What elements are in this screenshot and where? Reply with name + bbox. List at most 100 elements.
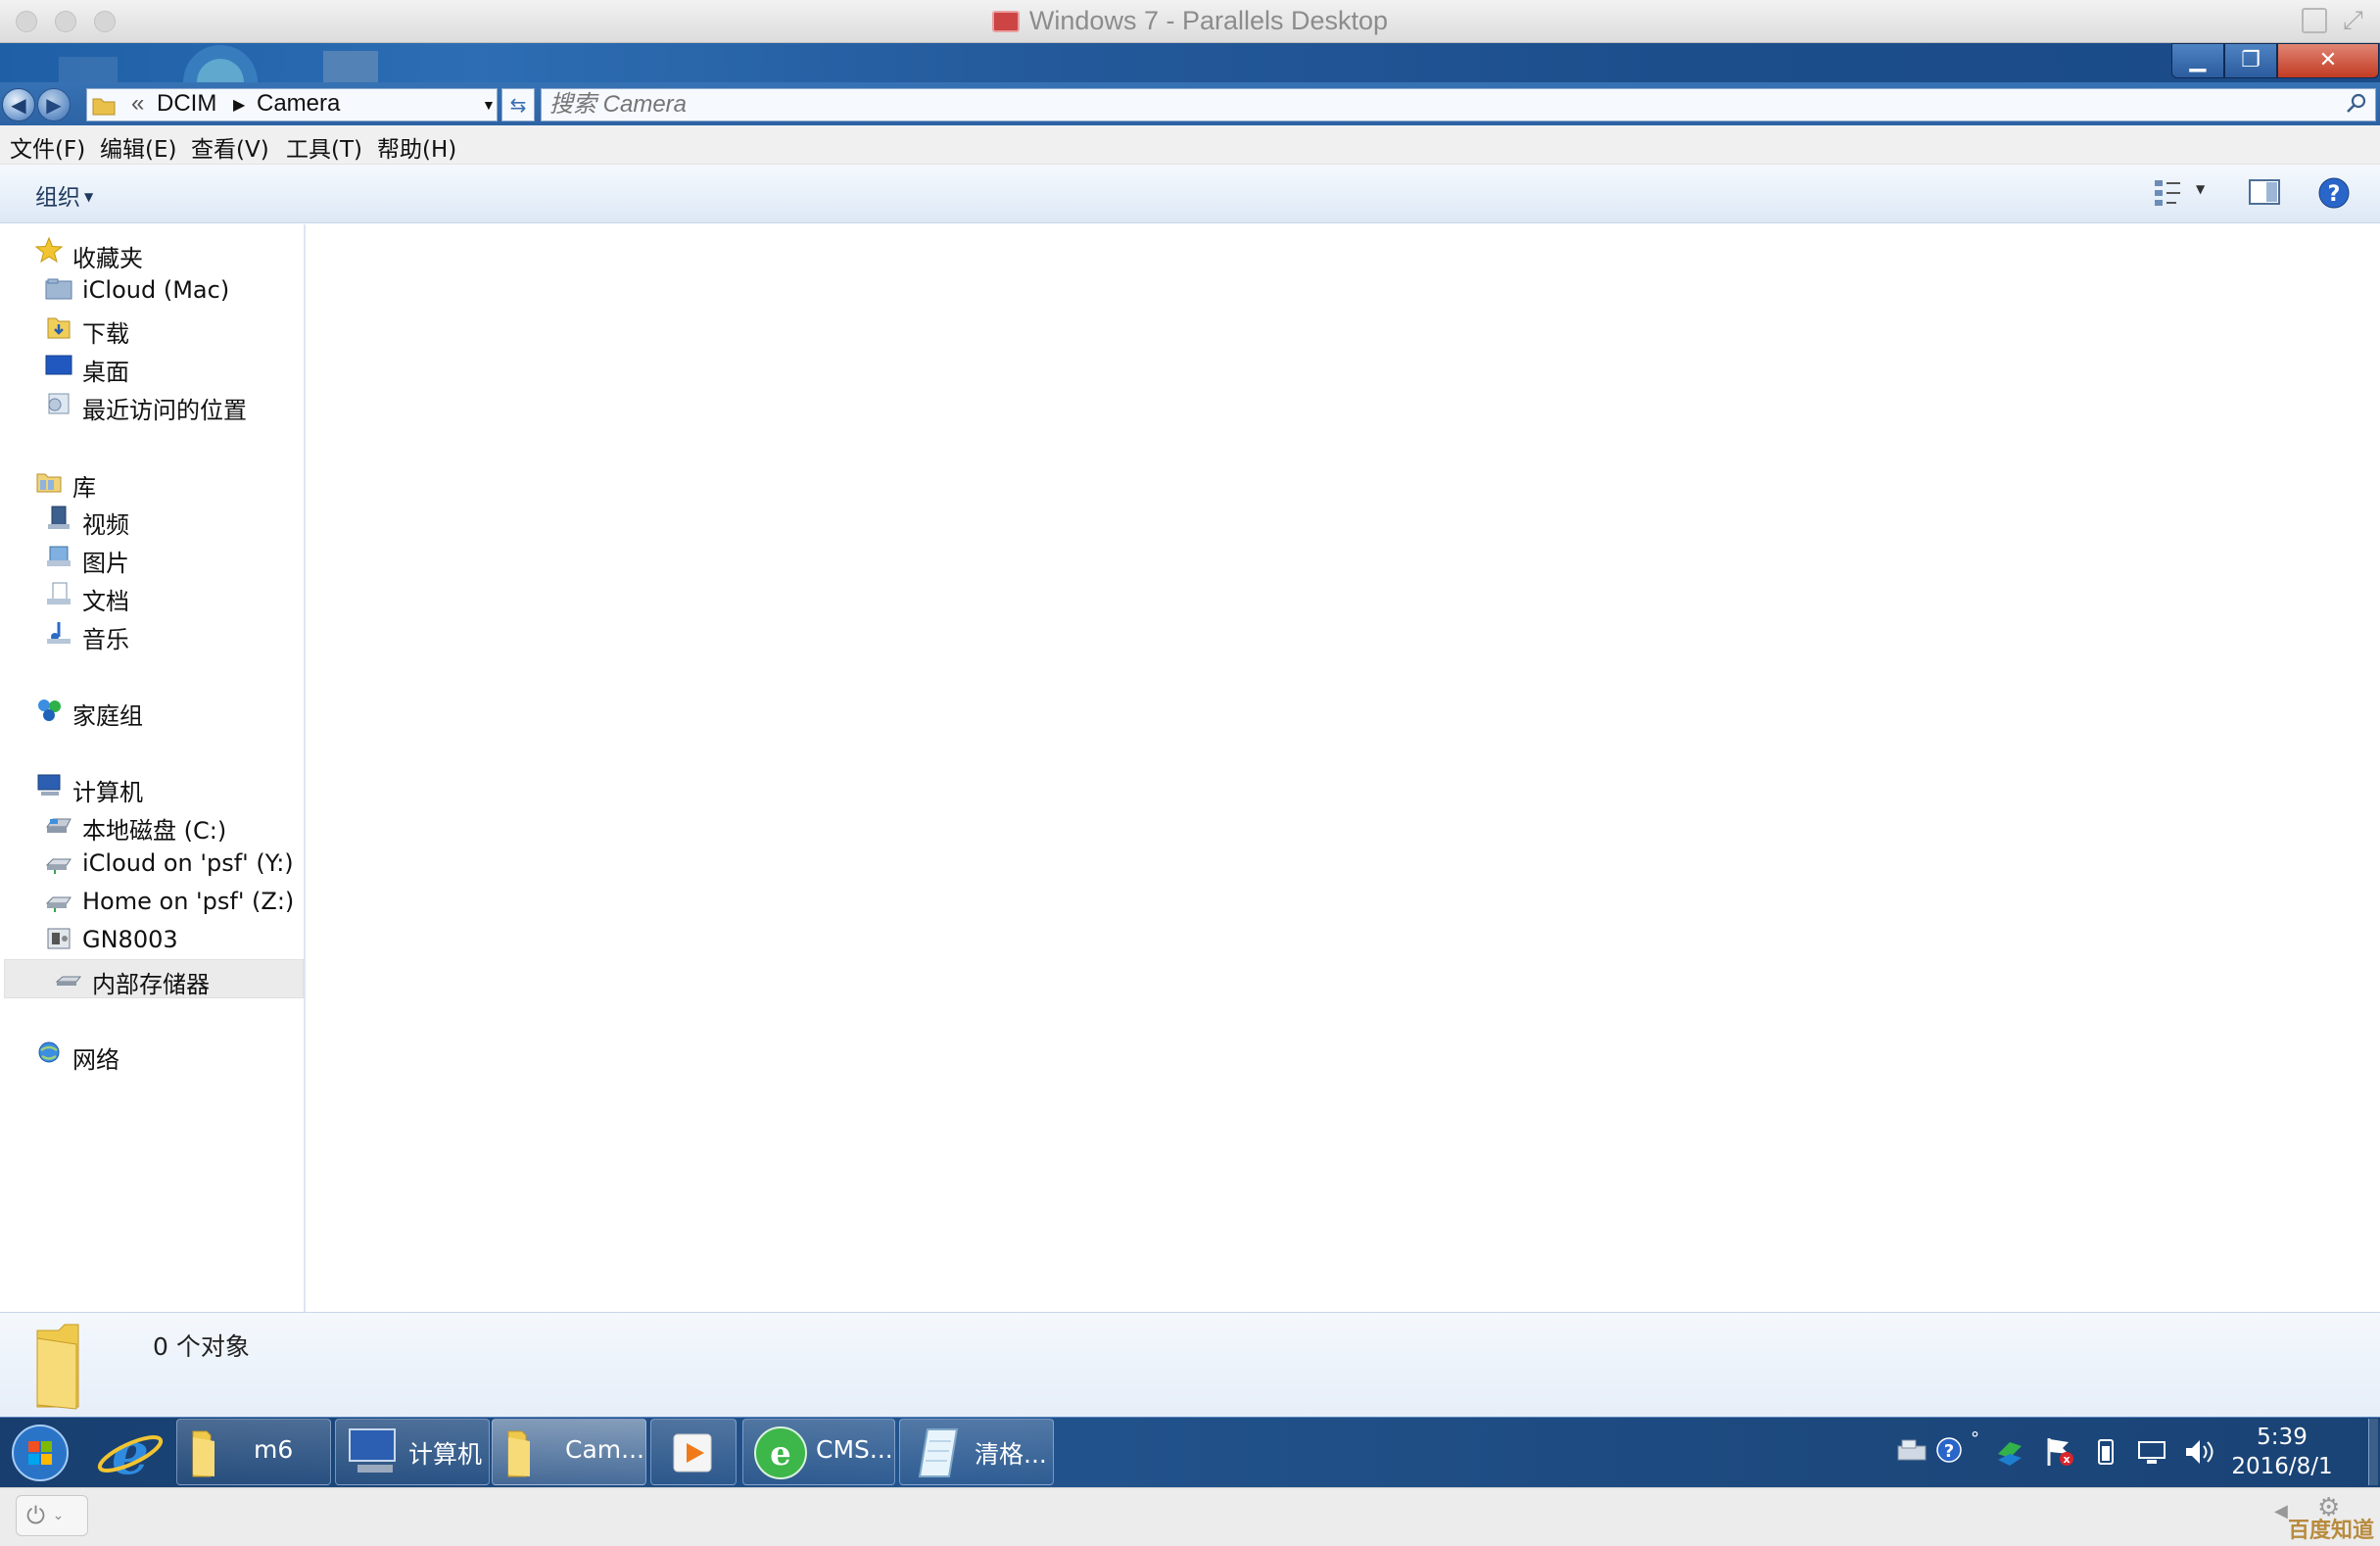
search-icon[interactable] [2346, 93, 2367, 115]
preview-pane-icon[interactable] [2247, 176, 2284, 208]
nav-videos[interactable]: 视频 [82, 506, 129, 540]
notepad-icon [918, 1428, 959, 1477]
help-tray-icon[interactable]: ? [1935, 1436, 1967, 1468]
star-icon [35, 237, 63, 263]
desktop-icon [45, 355, 72, 375]
nav-favorites[interactable]: 收藏夹 [72, 239, 143, 273]
parallels-icon [991, 11, 1020, 32]
taskbar-button-camera[interactable]: Cam... [492, 1419, 646, 1485]
folder-icon [36, 1324, 79, 1410]
help-icon[interactable]: ? [2317, 176, 2353, 212]
change-view-icon[interactable] [2151, 176, 2190, 208]
volume-icon[interactable] [2182, 1436, 2217, 1468]
network-icon [38, 1041, 60, 1063]
taskbar-button-m6[interactable]: m6 [176, 1419, 331, 1485]
sync-tray-icon[interactable] [1994, 1436, 2027, 1468]
cms-browser-icon: e [754, 1426, 807, 1479]
desktop-wallpaper-icons [59, 45, 378, 82]
nav-recent-places[interactable]: 最近访问的位置 [82, 391, 247, 425]
address-dropdown-icon[interactable]: ▼ [482, 97, 496, 113]
minimize-button[interactable]: ▁ [2171, 43, 2224, 78]
chevron-down-icon: ▼ [84, 190, 94, 204]
taskbar-button-computer[interactable]: 计算机 [335, 1419, 490, 1485]
keyboard-icon[interactable] [1896, 1436, 1928, 1466]
breadcrumb-dcim[interactable]: DCIM [157, 90, 216, 118]
search-input[interactable] [549, 89, 2332, 121]
nav-documents[interactable]: 文档 [82, 582, 129, 616]
network-tray-icon[interactable] [2135, 1436, 2170, 1468]
menu-view[interactable]: 查看(V) [191, 130, 269, 164]
phone-device-icon [47, 928, 71, 949]
nav-network[interactable]: 网络 [72, 1040, 119, 1075]
battery-icon[interactable] [2094, 1436, 2118, 1468]
taskbar-label: 清格... [975, 1440, 1047, 1469]
nav-icloud-mac[interactable]: iCloud (Mac) [82, 276, 229, 304]
local-disk-icon [46, 818, 71, 833]
file-list-area[interactable] [308, 224, 2380, 1312]
mac-title-bar: Windows 7 - Parallels Desktop ⤢ [0, 0, 2380, 43]
folder-icon [92, 98, 116, 116]
network-drive-icon [45, 858, 71, 874]
taskbar-button-notepad[interactable]: 清格... [899, 1419, 1054, 1485]
nav-pictures[interactable]: 图片 [82, 544, 129, 578]
nav-gn8003[interactable]: GN8003 [82, 926, 178, 953]
dots-icon[interactable]: ° [1971, 1428, 1979, 1449]
folder-icon [192, 1430, 214, 1477]
search-box[interactable] [541, 88, 2376, 121]
menu-help[interactable]: 帮助(H) [377, 130, 456, 164]
taskbar-label: CMS... [816, 1435, 893, 1464]
nav-icloud-psf-y[interactable]: iCloud on 'psf' (Y:) [82, 849, 294, 877]
scroll-left-icon[interactable]: ◀ [2274, 1501, 2288, 1522]
fullscreen-icon[interactable]: ⤢ [2343, 6, 2363, 36]
music-icon [47, 622, 71, 644]
action-center-flag-icon[interactable]: x [2043, 1436, 2076, 1468]
nav-homegroup[interactable]: 家庭组 [72, 697, 143, 731]
nav-local-disk-c[interactable]: 本地磁盘 (C:) [82, 811, 226, 845]
taskbar-label: Cam... [565, 1435, 644, 1464]
parallels-status-bar [0, 1487, 2380, 1546]
menu-edit[interactable]: 编辑(E) [100, 130, 176, 164]
power-button[interactable]: ⏻ ⌄ [16, 1495, 88, 1536]
storage-drive-icon [55, 976, 82, 986]
nav-music[interactable]: 音乐 [82, 620, 129, 654]
watermark: 百度知道 [2287, 1519, 2374, 1543]
nav-internal-storage[interactable]: 内部存储器 [92, 965, 210, 999]
window-title: Windows 7 - Parallels Desktop [0, 6, 2380, 36]
view-options-dropdown-icon[interactable]: ▼ [2196, 182, 2205, 196]
pictures-icon [47, 546, 71, 566]
address-overflow-chevron[interactable]: « [131, 90, 144, 118]
coherence-icon[interactable] [2302, 8, 2327, 33]
network-drive-icon [45, 896, 71, 912]
close-button[interactable]: ✕ [2277, 43, 2379, 78]
refresh-button[interactable]: ⇆ [501, 88, 535, 121]
system-clock[interactable]: 5:39 2016/8/1 [2213, 1423, 2351, 1481]
taskbar-button-media-player[interactable] [650, 1419, 737, 1485]
nav-libraries[interactable]: 库 [72, 468, 96, 503]
computer-icon [349, 1428, 396, 1473]
breadcrumb-separator-icon[interactable]: ▶ [233, 95, 245, 115]
taskbar-label: 计算机 [408, 1440, 483, 1469]
organize-label: 组织 [35, 185, 80, 211]
nav-home-psf-z[interactable]: Home on 'psf' (Z:) [82, 888, 294, 915]
start-button[interactable] [10, 1423, 71, 1483]
taskbar-button-cms[interactable]: e CMS... [742, 1419, 895, 1485]
library-icon [36, 473, 62, 493]
organize-button[interactable]: 组织 ▼ [35, 178, 93, 212]
menu-tools[interactable]: 工具(T) [286, 130, 362, 164]
command-bar [0, 165, 2380, 223]
recent-places-icon [48, 393, 70, 414]
breadcrumb-camera[interactable]: Camera [257, 90, 340, 118]
restore-button[interactable]: ❐ [2224, 43, 2277, 78]
object-count: 0 个对象 [153, 1332, 250, 1361]
clock-time: 5:39 [2257, 1425, 2308, 1450]
homegroup-icon [38, 700, 61, 721]
back-button[interactable]: ◀ [2, 88, 35, 121]
nav-computer[interactable]: 计算机 [72, 773, 143, 807]
media-player-icon [673, 1433, 712, 1473]
forward-button[interactable]: ▶ [37, 88, 71, 121]
internet-explorer-icon[interactable]: e [94, 1421, 167, 1483]
nav-desktop[interactable]: 桌面 [82, 353, 129, 387]
show-desktop-button[interactable] [2368, 1419, 2378, 1485]
nav-downloads[interactable]: 下载 [82, 314, 129, 349]
menu-file[interactable]: 文件(F) [10, 130, 85, 164]
